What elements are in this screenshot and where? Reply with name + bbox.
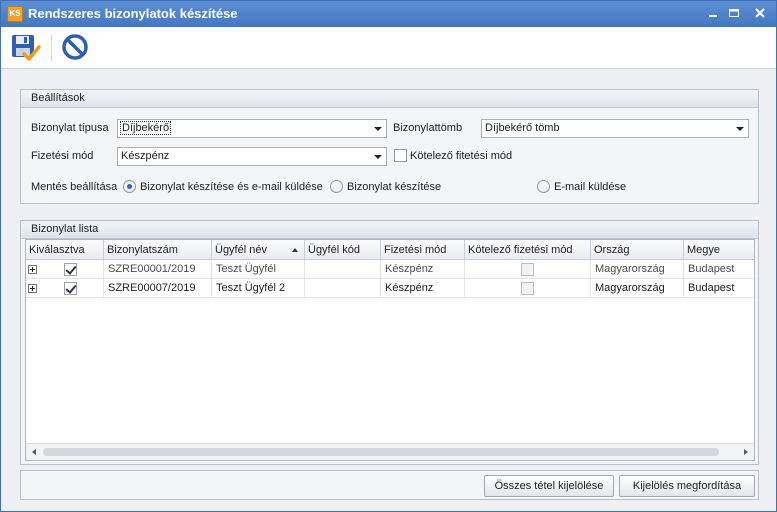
scroll-right-icon[interactable] [744, 449, 748, 455]
scroll-thumb[interactable] [43, 448, 719, 456]
cell-client-code [305, 279, 381, 298]
cancel-button[interactable] [59, 32, 91, 64]
cell-country: Magyarország [591, 279, 684, 298]
doc-block-value: Díjbekérő tömb [485, 122, 560, 134]
col-header-client-name-label: Ügyfél név [215, 244, 267, 256]
row-select-checkbox[interactable] [64, 263, 77, 276]
radio-create-only-label: Bizonylat készítése [347, 181, 442, 193]
chevron-down-icon [374, 127, 382, 131]
close-button[interactable] [749, 5, 771, 22]
payment-label: Fizetési mód [31, 150, 94, 162]
col-header-country[interactable]: Ország [591, 240, 684, 260]
doc-block-label: Bizonylattömb [393, 122, 463, 134]
radio-email-only[interactable] [537, 180, 550, 193]
cell-number: SZRE00007/2019 [104, 279, 212, 298]
cell-selected [26, 260, 104, 279]
save-button[interactable] [10, 32, 42, 64]
col-header-county[interactable]: Megye [684, 240, 754, 260]
cell-mandatory [465, 279, 591, 298]
col-header-selected[interactable]: Kiválasztva [26, 240, 104, 260]
list-group-header: Bizonylat lista [21, 221, 758, 239]
cell-county: Budapest [684, 279, 754, 298]
chevron-down-icon [374, 155, 382, 159]
app-logo-icon: KS [7, 6, 23, 22]
minimize-button[interactable] [702, 5, 724, 22]
radio-create-only[interactable] [330, 180, 343, 193]
radio-create-and-email-label: Bizonylat készítése és e-mail küldése [140, 181, 323, 193]
close-icon [755, 8, 765, 18]
radio-create-and-email[interactable] [123, 180, 136, 193]
footer-bar: Összes tétel kijelölése Kijelölés megfor… [20, 470, 759, 500]
mandatory-payment-checkbox[interactable] [394, 149, 407, 162]
chevron-down-icon [736, 127, 744, 131]
cancel-icon [62, 34, 88, 60]
title-bar[interactable]: KS Rendszeres bizonylatok készítése [1, 1, 776, 27]
cell-client-code [305, 260, 381, 279]
maximize-icon [729, 9, 739, 17]
cell-payment: Készpénz [381, 279, 465, 298]
toolbar [1, 27, 776, 69]
doc-type-select[interactable]: Díjbekérő [117, 119, 387, 138]
cell-country: Magyarország [591, 260, 684, 279]
table-row[interactable]: SZRE00001/2019 Teszt Ügyfél Készpénz Mag… [26, 260, 754, 279]
col-header-payment[interactable]: Fizetési mód [381, 240, 465, 260]
doc-type-label: Bizonylat típusa [31, 122, 109, 134]
radio-email-only-label: E-mail küldése [554, 181, 627, 193]
cell-selected [26, 279, 104, 298]
col-header-client-code[interactable]: Ügyfél kód [305, 240, 381, 260]
doc-block-select[interactable]: Díjbekérő tömb [481, 119, 749, 138]
mandatory-payment-label: Kötelező fitetési mód [410, 150, 513, 162]
cell-payment: Készpénz [381, 260, 465, 279]
document-grid[interactable]: Kiválasztva Bizonylatszám Ügyfél név Ügy… [25, 239, 755, 461]
cell-client-name: Teszt Ügyfél [212, 260, 305, 279]
payment-select[interactable]: Készpénz [117, 147, 387, 166]
horizontal-scrollbar[interactable] [26, 443, 754, 460]
payment-value: Készpénz [121, 150, 170, 162]
toolbar-separator [51, 35, 52, 61]
sort-ascending-icon [292, 248, 298, 252]
save-setting-label: Mentés beállítása [31, 181, 118, 193]
cell-client-name: Teszt Ügyfél 2 [212, 279, 305, 298]
minimize-icon [709, 15, 717, 17]
row-select-checkbox[interactable] [64, 282, 77, 295]
grid-header-row: Kiválasztva Bizonylatszám Ügyfél név Ügy… [26, 240, 754, 260]
select-all-button[interactable]: Összes tétel kijelölése [484, 475, 614, 497]
main-window: KS Rendszeres bizonylatok készítése Beál… [0, 0, 777, 512]
expand-plus-icon[interactable] [28, 284, 37, 293]
mandatory-checkbox [521, 263, 534, 276]
scroll-left-icon[interactable] [32, 449, 36, 455]
cell-county: Budapest [684, 260, 754, 279]
col-header-mandatory[interactable]: Kötelező fizetési mód [465, 240, 591, 260]
maximize-button[interactable] [723, 5, 745, 22]
col-header-number[interactable]: Bizonylatszám [104, 240, 212, 260]
expand-plus-icon[interactable] [28, 265, 37, 274]
cell-mandatory [465, 260, 591, 279]
mandatory-checkbox [521, 282, 534, 295]
save-with-check-icon [12, 35, 41, 61]
col-header-client-name[interactable]: Ügyfél név [212, 240, 305, 260]
settings-group-header: Beállítások [21, 90, 758, 108]
window-title: Rendszeres bizonylatok készítése [28, 6, 238, 21]
doc-type-value: Díjbekérő [119, 121, 172, 135]
cell-number: SZRE00001/2019 [104, 260, 212, 279]
table-row[interactable]: SZRE00007/2019 Teszt Ügyfél 2 Készpénz M… [26, 279, 754, 298]
settings-group: Beállítások Bizonylat típusa Díjbekérő B… [20, 89, 759, 204]
invert-selection-button[interactable]: Kijelölés megfordítása [619, 475, 755, 497]
